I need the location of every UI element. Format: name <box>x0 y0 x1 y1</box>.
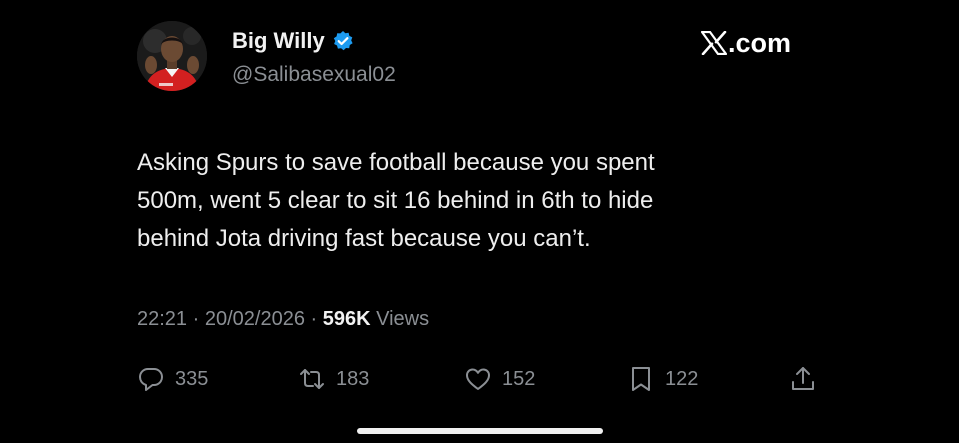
tweet-text: Asking Spurs to save football because yo… <box>137 144 837 258</box>
tweet-meta: 22:21 · 20/02/2026 · 596K Views <box>137 308 429 331</box>
share-button[interactable] <box>789 362 827 396</box>
tweet-text-line: behind Jota driving fast because you can… <box>137 225 591 252</box>
meta-separator: · <box>310 308 323 330</box>
views-count: 596K <box>322 308 371 330</box>
heart-icon <box>466 368 490 390</box>
verified-badge-icon <box>332 30 354 52</box>
repost-icon <box>300 369 324 389</box>
avatar[interactable] <box>137 21 207 91</box>
reply-icon <box>139 368 163 391</box>
author-handle[interactable]: @Salibasexual02 <box>232 63 396 87</box>
reply-count: 335 <box>175 367 209 390</box>
like-button[interactable]: 152 <box>464 362 535 396</box>
home-indicator[interactable] <box>357 428 603 434</box>
reply-button[interactable]: 335 <box>137 362 208 396</box>
tweet-date[interactable]: 20/02/2026 <box>205 308 305 330</box>
profile-photo <box>137 21 207 91</box>
tweet-time[interactable]: 22:21 <box>137 308 187 330</box>
x-logo-text: .com <box>728 27 792 58</box>
action-bar: 335 183 152 122 <box>0 362 959 396</box>
meta-separator: · <box>192 308 205 330</box>
x-logo-icon <box>701 31 727 55</box>
bookmark-button[interactable]: 122 <box>627 362 698 396</box>
author-name-row[interactable]: Big Willy <box>232 28 354 54</box>
bookmark-icon <box>632 367 650 391</box>
share-icon <box>792 367 814 390</box>
repost-count: 183 <box>336 367 370 390</box>
bookmark-count: 122 <box>665 367 699 390</box>
x-brand-logo: .com <box>701 27 791 59</box>
views-label: Views <box>376 308 430 330</box>
repost-button[interactable]: 183 <box>298 362 369 396</box>
tweet-text-line: 500m, went 5 clear to sit 16 behind in 6… <box>137 187 654 214</box>
author-display-name[interactable]: Big Willy <box>232 28 325 54</box>
like-count: 152 <box>502 367 536 390</box>
tweet-text-line: Asking Spurs to save football because yo… <box>137 149 655 176</box>
